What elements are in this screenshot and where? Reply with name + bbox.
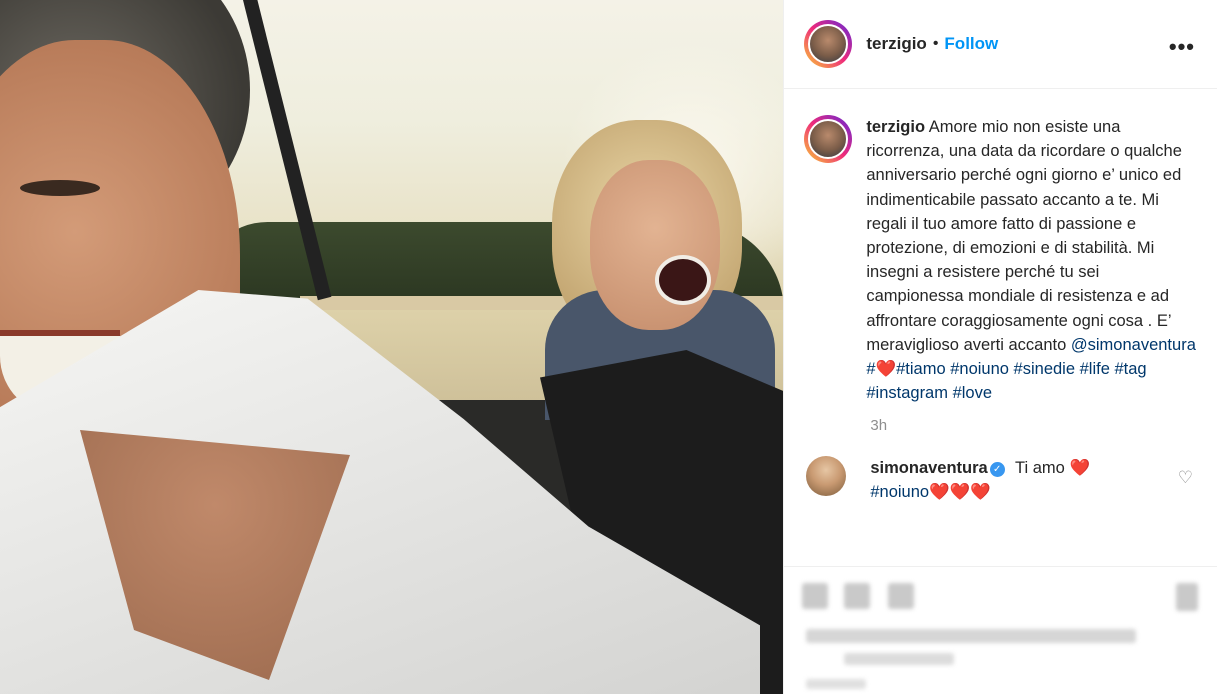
hearts-emoji: ❤️❤️❤️	[929, 483, 991, 502]
commenter-avatar[interactable]	[806, 456, 847, 497]
hashtag-link[interactable]: #noiuno	[870, 483, 929, 501]
hashtag-link[interactable]: #instagram	[866, 384, 948, 402]
hash-symbol[interactable]: #	[866, 360, 875, 378]
woman-face	[590, 160, 720, 330]
user-avatar[interactable]	[808, 24, 849, 64]
comment-text: simonaventura ✓ Ti amo ❤️ #noiuno❤️❤️❤️	[870, 456, 1160, 504]
heart-outline-icon[interactable]: ♡	[1178, 468, 1193, 488]
hashtag-link[interactable]: #noiuno	[950, 360, 1009, 378]
comment-item: simonaventura ✓ Ti amo ❤️ #noiuno❤️❤️❤️ ♡	[804, 456, 1197, 504]
date-line	[806, 679, 867, 689]
comment-icon[interactable]	[844, 583, 871, 609]
hashtag-link[interactable]: #sinedie	[1014, 360, 1075, 378]
header-username[interactable]: terzigio	[866, 34, 926, 54]
hashtag-link[interactable]: #love	[953, 384, 992, 402]
comment-body: Ti amo	[1015, 459, 1065, 478]
share-icon[interactable]	[888, 583, 915, 609]
caption-body: Amore mio non esiste una ricorrenza, una…	[866, 118, 1182, 354]
caption-username[interactable]: terzigio	[866, 118, 925, 136]
commenter-username[interactable]: simonaventura	[870, 459, 987, 477]
caption-text: terzigio Amore mio non esiste una ricorr…	[866, 115, 1196, 405]
hashtag-link[interactable]: #tiamo	[896, 360, 946, 378]
heart-emoji: ❤️	[875, 360, 897, 379]
verified-badge-icon: ✓	[989, 462, 1005, 478]
story-ring[interactable]	[804, 20, 853, 68]
likes-line-2	[844, 653, 955, 665]
like-icon[interactable]	[802, 583, 829, 609]
post-timestamp[interactable]: 3h	[870, 417, 1197, 434]
post-photo[interactable]	[0, 0, 784, 694]
mention-link[interactable]: @simonaventura	[1071, 336, 1196, 354]
instagram-post: terzigio • Follow ••• terzigio Amore mio…	[0, 0, 1217, 694]
heart-emoji: ❤️	[1069, 459, 1090, 478]
more-options-icon[interactable]: •••	[1169, 34, 1195, 60]
caption-story-ring[interactable]	[804, 115, 853, 163]
likes-line	[806, 629, 1137, 643]
bookmark-icon[interactable]	[1176, 583, 1199, 611]
man-eye	[20, 180, 100, 196]
action-bar-pixelated	[784, 566, 1217, 695]
hashtag-link[interactable]: #life	[1080, 360, 1110, 378]
woman-mouth	[655, 255, 711, 305]
hashtag-link[interactable]: #tag	[1114, 360, 1146, 378]
caption-avatar[interactable]	[808, 119, 849, 159]
post-header: terzigio • Follow •••	[784, 0, 1217, 89]
caption: terzigio Amore mio non esiste una ricorr…	[804, 115, 1197, 405]
follow-button[interactable]: Follow	[944, 34, 998, 54]
post-side-panel: terzigio • Follow ••• terzigio Amore mio…	[783, 0, 1217, 694]
separator-dot: •	[932, 35, 939, 52]
comments-area: terzigio Amore mio non esiste una ricorr…	[784, 89, 1217, 504]
